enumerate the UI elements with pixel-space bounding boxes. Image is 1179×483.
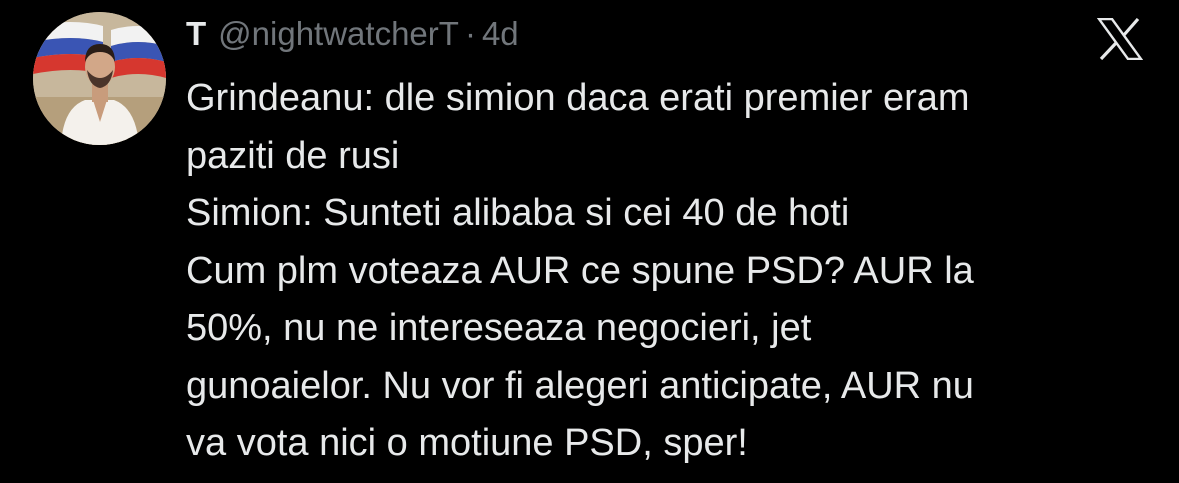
x-logo-icon[interactable] — [1096, 17, 1144, 61]
tweet-text-line: Grindeanu: dle simion daca erati premier… — [186, 77, 970, 119]
display-name[interactable]: T — [186, 12, 206, 56]
tweet-text-line: gunoaielor. Nu vor fi alegeri anticipate… — [186, 364, 974, 407]
tweet-text-line: Cum plm voteaza AUR ce spune PSD? AUR la — [186, 249, 974, 292]
timestamp[interactable]: 4d — [482, 12, 519, 56]
tweet-text-line: paziti de rusi — [186, 134, 400, 177]
user-handle[interactable]: @nightwatcherT — [218, 12, 459, 56]
tweet-header: T @nightwatcherT · 4d — [186, 12, 519, 56]
tweet-text-line: Simion: Sunteti alibaba si cei 40 de hot… — [186, 192, 850, 234]
avatar[interactable] — [33, 12, 166, 145]
tweet-text: Grindeanu: dle simion daca erati premier… — [186, 70, 1146, 473]
tweet-text-line: 50%, nu ne intereseaza negocieri, jet — [186, 307, 812, 349]
separator-dot: · — [464, 15, 476, 52]
tweet-text-line: va vota nici o motiune PSD, sper! — [186, 422, 748, 464]
tweet-card[interactable]: T @nightwatcherT · 4d Grindeanu: dle sim… — [0, 0, 1179, 483]
